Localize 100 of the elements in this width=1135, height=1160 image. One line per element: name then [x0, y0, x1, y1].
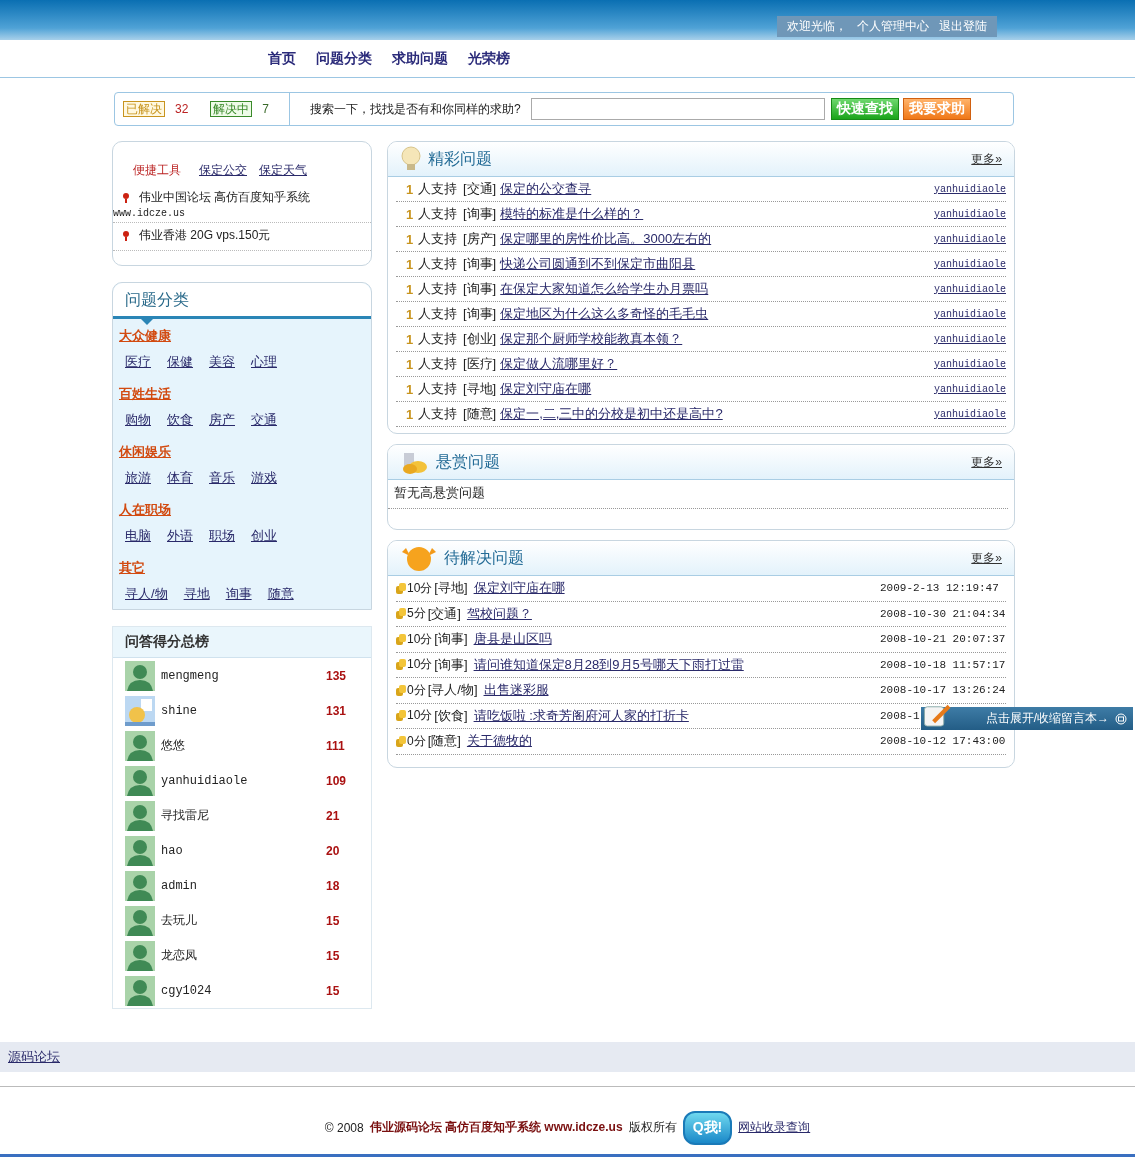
category-link[interactable]: 交通	[251, 411, 277, 429]
guestbook-toggle[interactable]: 点击展开/收缩留言本→	[921, 707, 1133, 730]
site-name: 伟业源码论坛 高仿百度知乎系统 www.idcze.us	[369, 1119, 623, 1136]
support-label: 人支持	[418, 405, 457, 423]
category-link[interactable]: 询事	[225, 585, 252, 603]
category-tag: [交通]	[463, 180, 497, 198]
question-link[interactable]: 保定哪里的房性价比高。3000左右的	[500, 231, 712, 246]
user-score: 131	[326, 703, 348, 718]
nav-link[interactable]: 首页	[268, 49, 296, 68]
timestamp: 2008-10-12 17:43:00	[880, 735, 1006, 748]
user-link[interactable]: yanhuidiaole	[934, 383, 1006, 395]
user-link[interactable]: yanhuidiaole	[934, 358, 1006, 370]
category-link[interactable]: 寻人/物	[125, 585, 168, 603]
support-label: 人支持	[418, 305, 457, 323]
search-field[interactable]	[530, 98, 825, 120]
support-label: 人支持	[418, 205, 457, 223]
user-score: 18	[326, 878, 341, 893]
question-link[interactable]: 保定那个厨师学校能教真本领？	[500, 331, 683, 346]
question-link[interactable]: 快递公司圆通到不到保定市曲阳县	[500, 256, 696, 271]
category-tag: [房产]	[463, 230, 497, 248]
category-link[interactable]: 保健	[167, 353, 193, 371]
notice-text: 伟业香港 20G vps.150元	[139, 227, 271, 244]
user-name: 寻找雷尼	[161, 808, 210, 824]
category-tag: [饮食]	[434, 706, 468, 725]
category-link[interactable]: 外语	[167, 527, 193, 545]
category-link[interactable]: 职场	[209, 527, 235, 545]
question-link[interactable]: 驾校问题？	[466, 604, 532, 623]
support-count: 1	[406, 381, 415, 397]
user-link[interactable]: yanhuidiaole	[934, 408, 1006, 420]
nav-link[interactable]: 求助问题	[392, 49, 448, 68]
category-link[interactable]: 美容	[209, 353, 235, 371]
category-heading[interactable]: 休闲娱乐	[113, 435, 371, 463]
tool-link[interactable]: 保定公交	[199, 162, 247, 179]
category-link[interactable]: 饮食	[167, 411, 193, 429]
question-link[interactable]: 唐县是山区吗	[473, 630, 552, 649]
question-link[interactable]: 保定的公交查寻	[500, 181, 592, 196]
question-link[interactable]: 保定做人流哪里好？	[500, 356, 618, 371]
more-link[interactable]: 更多»	[971, 453, 1002, 471]
timestamp: 2008-10-30 21:04:34	[880, 607, 1006, 620]
category-heading[interactable]: 其它	[113, 551, 371, 579]
user-link[interactable]: yanhuidiaole	[934, 333, 1006, 345]
category-link[interactable]: 寻地	[183, 585, 210, 603]
more-link[interactable]: 更多»	[971, 549, 1002, 567]
support-label: 人支持	[418, 280, 457, 298]
user-link[interactable]: yanhuidiaole	[934, 258, 1006, 270]
category-link[interactable]: 游戏	[251, 469, 277, 487]
category-tag: [随意]	[427, 732, 461, 751]
user-score: 111	[326, 738, 346, 753]
user-name: admin	[161, 878, 198, 893]
coin-icon	[396, 582, 406, 594]
coin-icon	[396, 684, 406, 696]
category-link[interactable]: 心理	[251, 353, 277, 371]
question-link[interactable]: 出售迷彩服	[483, 681, 549, 700]
category-tag: [询事]	[463, 205, 497, 223]
question-link[interactable]: 在保定大家知道怎么给学生办月票吗	[500, 281, 709, 296]
category-link[interactable]: 房产	[209, 411, 235, 429]
category-link[interactable]: 随意	[267, 585, 294, 603]
user-link[interactable]: yanhuidiaole	[934, 233, 1006, 245]
timestamp: 2008-10-21 20:07:37	[880, 633, 1006, 646]
panel-title: 问答得分总榜	[113, 627, 371, 658]
avatar-icon	[125, 695, 155, 726]
user-link[interactable]: yanhuidiaole	[934, 208, 1006, 220]
copyright-text: © 2008	[324, 1120, 364, 1135]
notice-url: www.idcze.us	[113, 208, 371, 223]
lightbulb-icon	[400, 146, 422, 172]
category-link[interactable]: 体育	[167, 469, 193, 487]
question-link[interactable]: 模特的标准是什么样的？	[500, 206, 644, 221]
category-link[interactable]: 创业	[251, 527, 277, 545]
user-score: 20	[326, 843, 341, 858]
question-link[interactable]: 关于德牧的	[466, 732, 532, 751]
user-link[interactable]: yanhuidiaole	[934, 183, 1006, 195]
category-link[interactable]: 电脑	[125, 527, 151, 545]
category-tag: [询事]	[463, 255, 497, 273]
question-link[interactable]: 请吃饭啦 :求奇芳阁府河人家的打折卡	[473, 706, 689, 725]
forum-link[interactable]: 源码论坛	[8, 1048, 60, 1066]
category-link[interactable]: 购物	[125, 411, 151, 429]
category-link[interactable]: 旅游	[125, 469, 151, 487]
user-link[interactable]: yanhuidiaole	[934, 283, 1006, 295]
footer-link[interactable]: 网站收录查询	[738, 1119, 811, 1136]
category-link[interactable]: 音乐	[209, 469, 235, 487]
category-link[interactable]: 医疗	[125, 353, 151, 371]
support-label: 人支持	[418, 230, 457, 248]
question-link[interactable]: 保定地区为什么这么多奇怪的毛毛虫	[500, 306, 709, 321]
points-label: 5分	[407, 605, 426, 623]
tools-title: 便捷工具	[133, 162, 181, 179]
avatar-icon	[125, 835, 155, 866]
question-link[interactable]: 保定刘守庙在哪	[500, 381, 592, 396]
user-link[interactable]: yanhuidiaole	[934, 308, 1006, 320]
points-label: 10分	[407, 579, 433, 597]
category-heading[interactable]: 百姓生活	[113, 377, 371, 405]
question-link[interactable]: 请问谁知道保定8月28到9月5号哪天下雨打过雷	[473, 655, 744, 674]
category-heading[interactable]: 大众健康	[113, 319, 371, 347]
question-link[interactable]: 保定一,二,三中的分校是初中还是高中?	[500, 406, 723, 421]
nav-link[interactable]: 光荣榜	[468, 49, 510, 68]
avatar-icon	[125, 870, 155, 901]
nav-link[interactable]: 问题分类	[316, 49, 372, 68]
question-link[interactable]: 保定刘守庙在哪	[473, 579, 565, 598]
tool-link[interactable]: 保定天气	[259, 162, 307, 179]
category-heading[interactable]: 人在职场	[113, 493, 371, 521]
more-link[interactable]: 更多»	[971, 150, 1002, 168]
